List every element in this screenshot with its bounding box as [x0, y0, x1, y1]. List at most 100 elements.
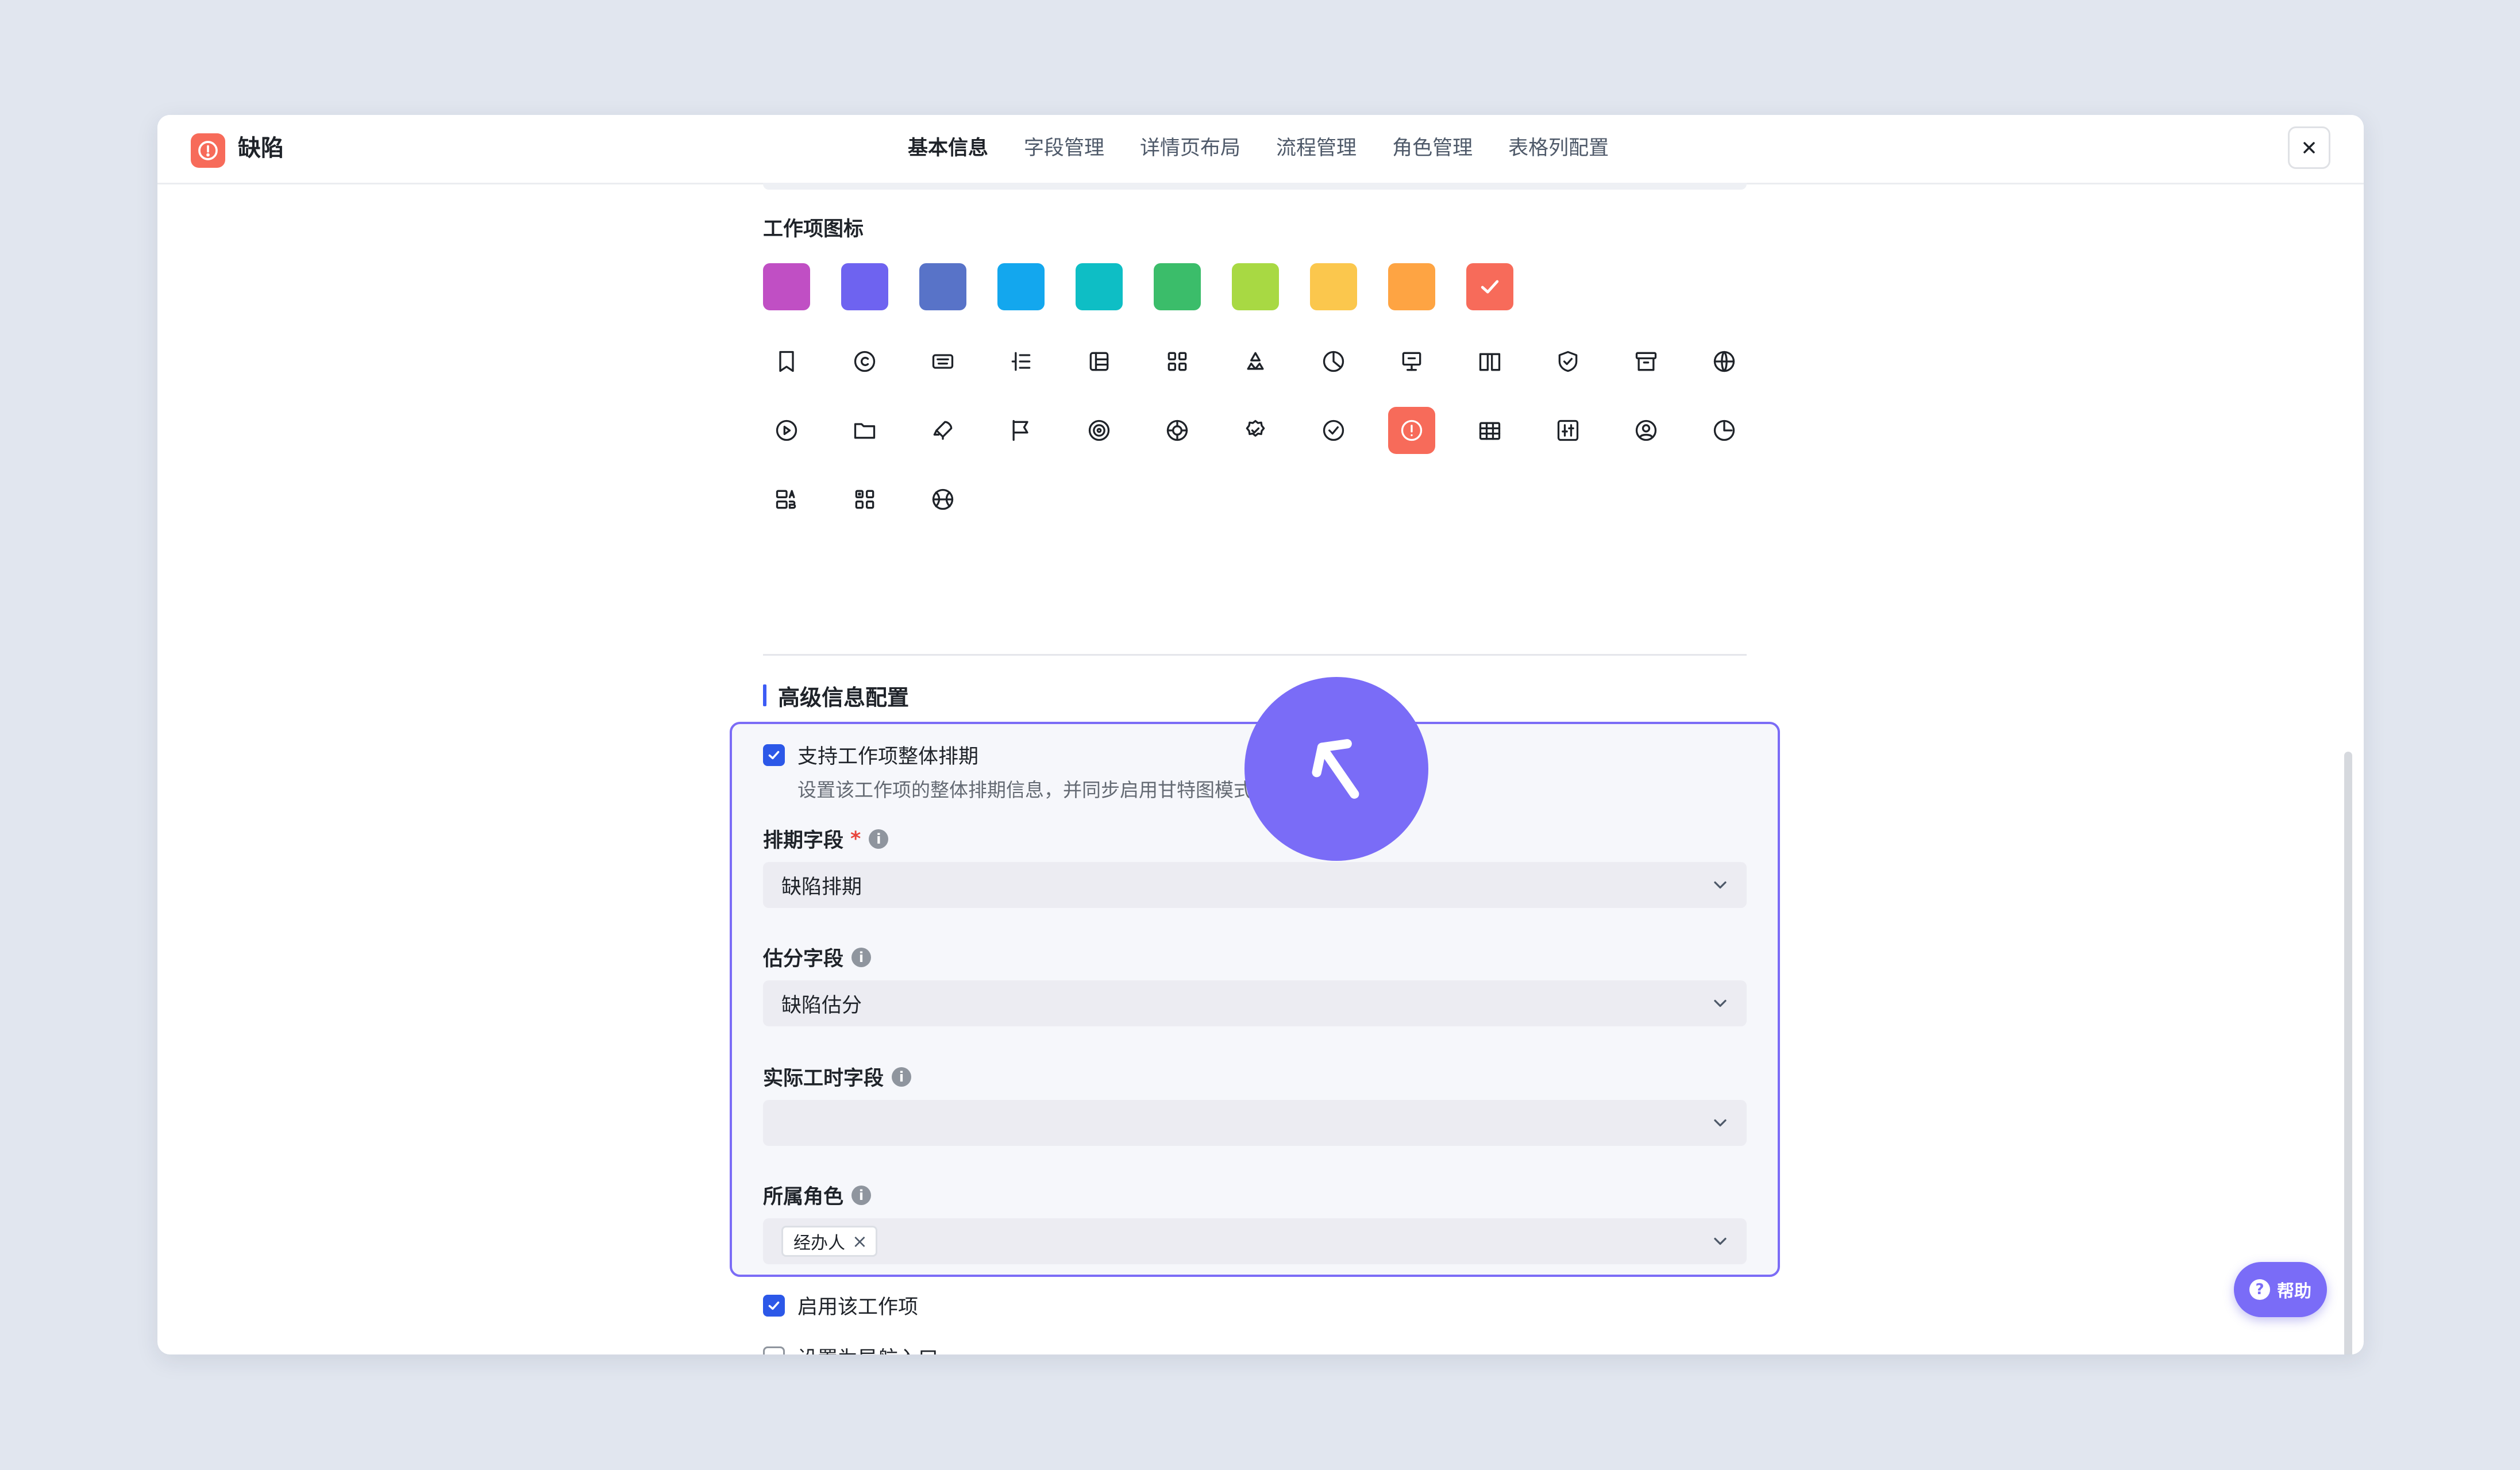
- icon-option[interactable]: [1623, 407, 1670, 454]
- nav-entry-checkbox[interactable]: [763, 1346, 785, 1354]
- advanced-section-title: 高级信息配置: [763, 682, 910, 710]
- icon-option[interactable]: [1544, 407, 1592, 454]
- icon-option[interactable]: [1154, 338, 1201, 385]
- chevron-down-icon: [1714, 999, 1727, 1007]
- schedule-support-label: 支持工作项整体排期: [797, 745, 979, 768]
- color-swatch[interactable]: [1076, 263, 1123, 310]
- tab-field-management[interactable]: 字段管理: [1024, 131, 1104, 166]
- icon-option[interactable]: [1623, 338, 1670, 385]
- check-circle-icon: [1323, 420, 1344, 441]
- icon-option[interactable]: [1310, 338, 1357, 385]
- keyboard-icon: [932, 354, 954, 369]
- help-label: 帮助: [2277, 1282, 2311, 1302]
- color-swatch[interactable]: [997, 263, 1045, 310]
- icon-option[interactable]: [1076, 407, 1123, 454]
- color-swatch[interactable]: [1310, 263, 1357, 310]
- schedule-field-select[interactable]: 缺陷排期: [763, 862, 1747, 908]
- color-swatch[interactable]: [1232, 263, 1279, 310]
- info-icon[interactable]: i: [869, 829, 889, 849]
- check-icon: [1481, 280, 1499, 294]
- arrow-up-left-icon: [1312, 739, 1359, 799]
- target-icon: [1088, 420, 1110, 441]
- icon-option[interactable]: [1701, 338, 1748, 385]
- enable-item-label: 启用该工作项: [797, 1296, 919, 1319]
- icon-option[interactable]: [841, 407, 888, 454]
- schedule-support-description: 设置该工作项的整体排期信息，并同步启用甘特图模式: [797, 779, 1253, 801]
- role-field-select[interactable]: 经办人 ×: [763, 1218, 1747, 1264]
- tab-table-columns[interactable]: 表格列配置: [1508, 131, 1609, 166]
- advanced-section-label: 高级信息配置: [778, 684, 910, 710]
- icon-option[interactable]: [919, 476, 966, 523]
- chevron-down-icon: [1714, 1237, 1727, 1245]
- list-indent-icon: [1011, 352, 1031, 371]
- icon-option[interactable]: [763, 407, 810, 454]
- tree-list-icon: [1089, 352, 1109, 371]
- chevron-down-icon: [1714, 881, 1727, 889]
- nav-entry-label: 设置为导航入口: [797, 1342, 938, 1354]
- schedule-field-label: 排期字段 * i: [763, 824, 889, 853]
- tab-basic-info[interactable]: 基本信息: [908, 131, 988, 166]
- icon-option[interactable]: [1388, 407, 1435, 454]
- icon-option[interactable]: [1076, 338, 1123, 385]
- info-icon[interactable]: i: [851, 947, 872, 967]
- schedule-support-row: 支持工作项整体排期: [763, 740, 978, 769]
- color-swatch[interactable]: [1388, 263, 1435, 310]
- archive-icon: [1635, 352, 1657, 371]
- color-swatch[interactable]: [1154, 263, 1201, 310]
- chevron-down-icon: [1714, 1119, 1727, 1127]
- tab-detail-layout[interactable]: 详情页布局: [1140, 131, 1240, 166]
- info-icon[interactable]: i: [851, 1185, 872, 1205]
- copyright-icon: [854, 351, 876, 372]
- qr-grid-icon: [855, 490, 874, 509]
- icon-option[interactable]: [997, 338, 1045, 385]
- icon-option[interactable]: [1466, 407, 1513, 454]
- icon-option[interactable]: [919, 338, 966, 385]
- page-title: 缺陷: [238, 135, 284, 161]
- icon-option[interactable]: [841, 338, 888, 385]
- icon-option[interactable]: [1310, 407, 1357, 454]
- icon-option[interactable]: [997, 407, 1045, 454]
- actual-hours-field-select[interactable]: [763, 1100, 1747, 1146]
- divider: [763, 654, 1747, 656]
- globe-icon: [1713, 351, 1735, 372]
- icon-option[interactable]: [1154, 407, 1201, 454]
- icon-option[interactable]: [1544, 338, 1592, 385]
- icon-section-label: 工作项图标: [763, 218, 864, 241]
- icon-option[interactable]: [1232, 338, 1279, 385]
- check-icon: [768, 1301, 780, 1310]
- schedule-support-checkbox[interactable]: [763, 744, 785, 766]
- book-icon: [1479, 353, 1501, 371]
- icon-option[interactable]: [1388, 338, 1435, 385]
- color-swatch[interactable]: [1466, 263, 1513, 310]
- shield-check-icon: [1558, 351, 1578, 372]
- icon-option[interactable]: [763, 476, 810, 523]
- color-swatch[interactable]: [919, 263, 966, 310]
- previous-field-edge: [763, 183, 1747, 190]
- help-icon: ?: [2249, 1279, 2270, 1300]
- remove-tag-icon[interactable]: ×: [852, 1230, 868, 1252]
- close-button[interactable]: [2288, 126, 2330, 169]
- color-swatch[interactable]: [841, 263, 888, 310]
- role-tag-label: 经办人: [793, 1233, 845, 1253]
- estimate-field-label-text: 估分字段: [763, 948, 844, 971]
- bookmark-icon: [779, 351, 794, 372]
- cursor-highlight: [1244, 677, 1428, 861]
- check-icon: [768, 751, 780, 759]
- icon-option[interactable]: [919, 407, 966, 454]
- scrollbar[interactable]: [2344, 752, 2352, 1354]
- help-button[interactable]: ? 帮助: [2234, 1262, 2327, 1317]
- recycle-icon: [1247, 352, 1264, 370]
- icon-option[interactable]: [1701, 407, 1748, 454]
- icon-option[interactable]: [841, 476, 888, 523]
- icon-option[interactable]: [1232, 407, 1279, 454]
- tab-workflow[interactable]: 流程管理: [1276, 131, 1357, 166]
- icon-option[interactable]: [763, 338, 810, 385]
- role-tag: 经办人 ×: [781, 1226, 877, 1257]
- flag-icon: [1012, 420, 1028, 441]
- info-icon[interactable]: i: [892, 1067, 912, 1087]
- color-swatch[interactable]: [763, 263, 810, 310]
- tab-roles[interactable]: 角色管理: [1392, 131, 1473, 166]
- icon-option[interactable]: [1466, 338, 1513, 385]
- estimate-field-select[interactable]: 缺陷估分: [763, 980, 1747, 1026]
- enable-item-checkbox[interactable]: [763, 1294, 785, 1317]
